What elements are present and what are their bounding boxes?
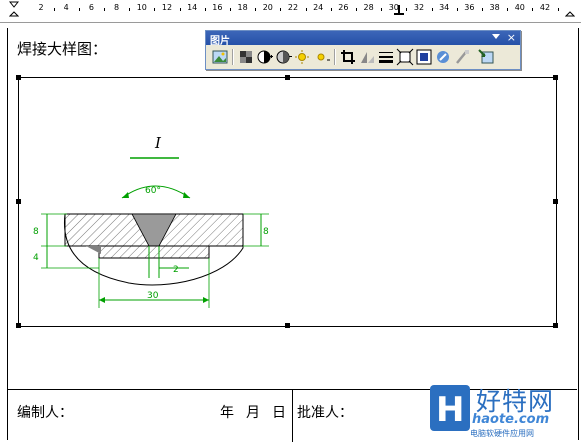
toolbar-separator: [334, 49, 336, 65]
ruler-label: 24: [313, 3, 324, 12]
compiled-by-label: 编制人：: [17, 405, 73, 421]
ruler-minor-tick: [456, 8, 458, 11]
ruler-minor-tick: [482, 8, 483, 11]
watermark-subtitle: 电脑软硬件应用网: [470, 429, 534, 438]
ruler-label: 2: [38, 3, 44, 12]
toolbar-title: 图片: [210, 36, 230, 47]
ruler-minor-tick: [104, 8, 105, 11]
ruler-label: 40: [514, 3, 525, 12]
ruler-minor-tick: [255, 8, 257, 11]
ruler-label: 26: [338, 3, 349, 12]
angle-label: 60°: [145, 186, 161, 196]
ruler-minor-tick: [305, 8, 307, 11]
ruler-label: 4: [63, 3, 69, 12]
watermark-url: haote.com: [472, 412, 550, 427]
ruler-label: 28: [363, 3, 374, 12]
ruler-label: 30: [388, 3, 399, 12]
ruler-minor-tick: [154, 8, 156, 11]
toolbar-close-button[interactable]: ×: [507, 31, 516, 45]
ruler-label: 8: [114, 3, 120, 12]
footer-divider: [292, 389, 293, 442]
ruler-label: 36: [464, 3, 475, 12]
ruler-label: 16: [212, 3, 223, 12]
ruler-minor-tick: [179, 8, 181, 11]
ruler-minor-tick: [406, 8, 408, 11]
more-contrast-icon[interactable]: [256, 48, 274, 66]
ruler-minor-tick: [431, 8, 433, 11]
approved-by-label: 批准人：: [297, 405, 353, 421]
set-transparent-color-icon[interactable]: [453, 48, 471, 66]
first-line-indent-marker[interactable]: [9, 1, 19, 19]
text-wrapping-icon[interactable]: [415, 48, 433, 66]
less-brightness-icon[interactable]: [313, 48, 331, 66]
reset-picture-icon[interactable]: [477, 48, 495, 66]
insert-picture-icon[interactable]: [211, 48, 229, 66]
ruler-minor-tick: [557, 8, 559, 11]
document-heading: 焊接大样图：: [17, 40, 108, 58]
month-label: 月: [246, 405, 260, 421]
ruler-label: 6: [88, 3, 94, 12]
ruler-label: 14: [187, 3, 198, 12]
ruler-minor-tick: [230, 8, 231, 11]
ruler-minor-tick: [507, 8, 509, 11]
more-brightness-icon[interactable]: [294, 48, 312, 66]
ruler-minor-tick: [381, 8, 383, 11]
ruler-label: 38: [489, 3, 500, 12]
left-top-dim-label: 8: [33, 227, 39, 237]
ruler-label: 22: [287, 3, 299, 12]
ruler-label: 18: [237, 3, 248, 12]
ruler-minor-tick: [532, 8, 534, 11]
ruler-label: 10: [136, 3, 147, 12]
ruler-minor-tick: [78, 8, 80, 11]
ruler-minor-tick: [356, 8, 357, 11]
weld-detail-drawing: I 60° 2 8 4 8 30: [33, 134, 269, 308]
line-style-icon[interactable]: [377, 48, 395, 66]
format-picture-icon[interactable]: [434, 48, 452, 66]
ruler-minor-tick: [330, 8, 332, 11]
picture-toolbar[interactable]: 图片 ×: [205, 30, 521, 70]
right-indent-marker[interactable]: [565, 1, 575, 19]
ruler-label: 34: [439, 3, 450, 12]
ruler-minor-tick: [53, 8, 55, 11]
section-mark: I: [154, 134, 162, 152]
year-label: 年: [220, 405, 234, 421]
color-icon[interactable]: [237, 48, 255, 66]
ruler-minor-tick: [129, 8, 131, 11]
left-bottom-dim-label: 4: [33, 253, 39, 263]
crop-icon[interactable]: [339, 48, 357, 66]
toolbar-buttons: [209, 47, 517, 67]
right-dim-label: 8: [263, 227, 269, 237]
rotate-icon[interactable]: [358, 48, 376, 66]
ruler-label: 20: [262, 3, 273, 12]
toolbar-separator: [232, 49, 234, 65]
less-contrast-icon[interactable]: [275, 48, 293, 66]
ruler-minor-tick: [204, 8, 206, 11]
toolbar-title-bar[interactable]: 图片 ×: [206, 31, 520, 47]
ruler-label: 32: [413, 3, 425, 12]
svg-text:H: H: [436, 390, 464, 430]
ruler-minor-tick: [280, 8, 282, 11]
ruler-label: 12: [161, 3, 173, 12]
bottom-dim-label: 30: [147, 291, 159, 301]
toolbar-options-icon[interactable]: [492, 34, 500, 39]
horizontal-ruler[interactable]: 2 4 6 8 10 12 14 16 18 20 22 24 26 28 30 32 34 36 38 40 42: [0, 0, 581, 23]
day-label: 日: [272, 405, 286, 421]
compress-icon[interactable]: [396, 48, 414, 66]
gap-dim-label: 2: [173, 265, 179, 275]
ruler-label: 42: [539, 3, 551, 12]
